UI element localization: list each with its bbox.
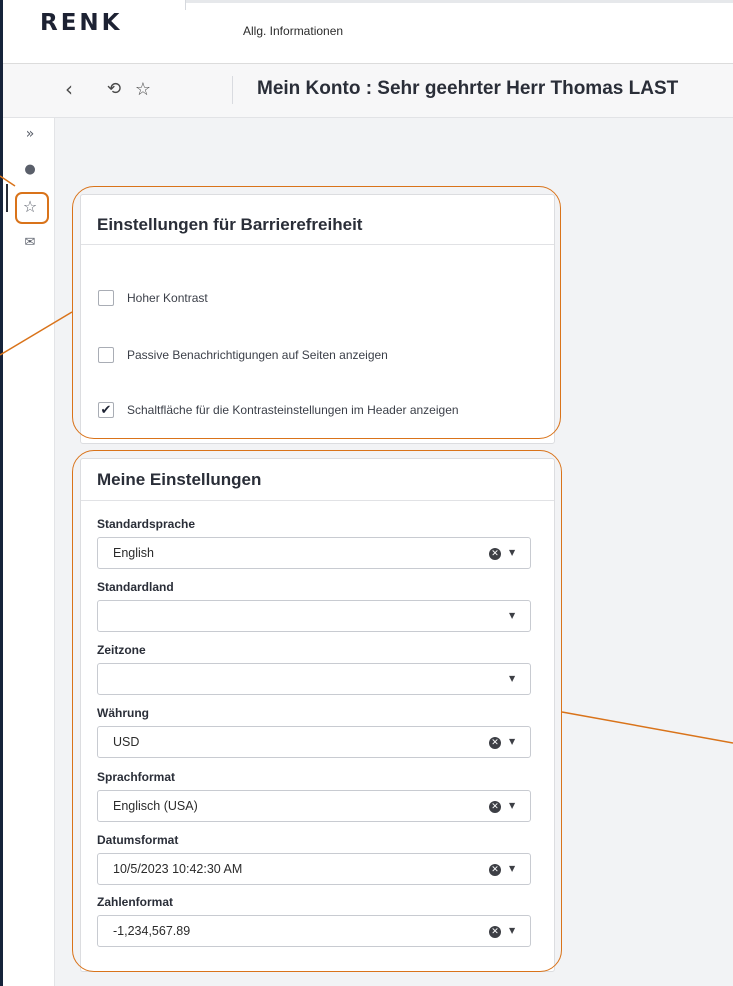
language-format-select[interactable]: Englisch (USA) ✕ ▼ — [97, 790, 531, 822]
select-value: USD — [113, 735, 140, 749]
select-value: Englisch (USA) — [113, 799, 198, 813]
field-label: Standardsprache — [97, 517, 196, 531]
caret-down-icon[interactable]: ▼ — [509, 611, 515, 620]
accessibility-card: Einstellungen für Barrierefreiheit Hoher… — [80, 194, 555, 444]
currency-select[interactable]: USD ✕ ▼ — [97, 726, 531, 758]
side-rail: » ● ☆ ✉ — [3, 118, 55, 986]
favorites-highlight — [15, 192, 49, 224]
field-label: Standardland — [97, 580, 174, 594]
clear-icon[interactable]: ✕ — [489, 801, 501, 813]
nav-general-information[interactable]: Allg. Informationen — [243, 24, 343, 38]
chevron-left-icon[interactable]: ‹ — [57, 77, 81, 101]
app-window: RENK Allg. Informationen ‹ ⟲ ☆ Mein Kont… — [3, 0, 733, 986]
option-passive-notifications[interactable]: Passive Benachrichtigungen auf Seiten an… — [98, 347, 388, 363]
checkmark-icon: ✔ — [100, 402, 112, 418]
tab-strip — [185, 0, 733, 3]
field-label: Zahlenformat — [97, 895, 174, 909]
caret-down-icon[interactable]: ▼ — [509, 674, 515, 683]
caret-down-icon[interactable]: ▼ — [509, 801, 515, 810]
date-format-select[interactable]: 10/5/2023 10:42:30 AM ✕ ▼ — [97, 853, 531, 885]
checkbox[interactable] — [98, 290, 114, 306]
checkbox[interactable] — [98, 347, 114, 363]
field-label: Zeitzone — [97, 643, 146, 657]
option-high-contrast[interactable]: Hoher Kontrast — [98, 290, 208, 306]
star-icon[interactable]: ☆ — [131, 77, 155, 101]
page-toolbar: ‹ ⟲ ☆ Mein Konto : Sehr geehrter Herr Th… — [3, 64, 733, 118]
option-label: Hoher Kontrast — [127, 291, 208, 305]
option-contrast-button[interactable]: ✔ Schaltfläche für die Kontrasteinstellu… — [98, 402, 459, 418]
history-icon[interactable]: ⟲ — [102, 77, 126, 101]
renk-logo[interactable]: RENK — [40, 10, 123, 36]
page-title: Mein Konto : Sehr geehrter Herr Thomas L… — [257, 78, 679, 99]
card-divider — [81, 244, 554, 245]
toolbar-divider — [232, 76, 233, 104]
number-format-select[interactable]: -1,234,567.89 ✕ ▼ — [97, 915, 531, 947]
active-indicator — [6, 184, 8, 212]
select-value: English — [113, 546, 154, 560]
caret-down-icon[interactable]: ▼ — [509, 926, 515, 935]
tab-divider — [185, 0, 186, 10]
checkbox-checked[interactable]: ✔ — [98, 402, 114, 418]
card-divider — [81, 500, 554, 501]
default-country-select[interactable]: ▼ — [97, 600, 531, 632]
clear-icon[interactable]: ✕ — [489, 737, 501, 749]
accessibility-title: Einstellungen für Barrierefreiheit — [97, 215, 363, 234]
timezone-select[interactable]: ▼ — [97, 663, 531, 695]
caret-down-icon[interactable]: ▼ — [509, 737, 515, 746]
settings-title: Meine Einstellungen — [97, 470, 262, 489]
option-label: Schaltfläche für die Kontrasteinstellung… — [127, 403, 459, 417]
field-label: Datumsformat — [97, 833, 179, 847]
option-label: Passive Benachrichtigungen auf Seiten an… — [127, 348, 388, 362]
caret-down-icon[interactable]: ▼ — [509, 548, 515, 557]
field-label: Sprachformat — [97, 770, 176, 784]
user-icon[interactable]: ● — [20, 159, 40, 179]
caret-down-icon[interactable]: ▼ — [509, 864, 515, 873]
expand-icon[interactable]: » — [20, 124, 40, 144]
select-value: 10/5/2023 10:42:30 AM — [113, 862, 243, 876]
top-header: RENK Allg. Informationen — [3, 0, 733, 64]
select-value: -1,234,567.89 — [113, 924, 191, 938]
clear-icon[interactable]: ✕ — [489, 864, 501, 876]
field-label: Währung — [97, 706, 149, 720]
clear-icon[interactable]: ✕ — [489, 926, 501, 938]
mail-icon[interactable]: ✉ — [20, 232, 40, 252]
clear-icon[interactable]: ✕ — [489, 548, 501, 560]
default-language-select[interactable]: English ✕ ▼ — [97, 537, 531, 569]
my-settings-card: Meine Einstellungen Standardsprache Engl… — [80, 458, 555, 972]
